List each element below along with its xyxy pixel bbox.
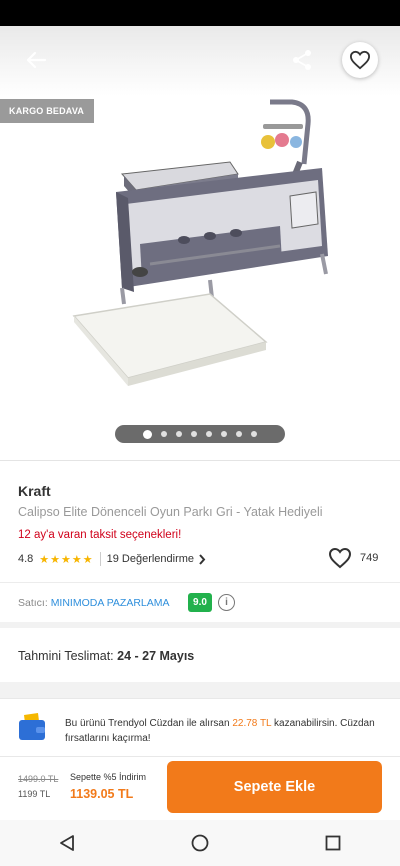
seller-label: Satıcı: MINIMODA PAZARLAMA [18, 597, 170, 609]
delivery-estimate: Tahmini Teslimat: 24 - 27 Mayıs [0, 628, 400, 682]
seller-label-text: Satıcı: [18, 597, 48, 609]
star-rating-icon: ★★★★★ [39, 553, 94, 566]
nav-recents-button[interactable] [313, 823, 353, 863]
arrow-left-icon [26, 51, 47, 69]
add-to-cart-button[interactable]: Sepete Ekle [167, 761, 382, 813]
back-button[interactable] [18, 46, 54, 74]
nav-back-button[interactable] [47, 823, 87, 863]
delivery-dates: 24 - 27 Mayıs [117, 649, 195, 663]
likes-value: 749 [360, 552, 379, 564]
android-nav-bar [0, 820, 400, 866]
delivery-text: Tahmini Teslimat: 24 - 27 Mayıs [18, 649, 194, 663]
seller-name-link[interactable]: MINIMODA PAZARLAMA [51, 597, 170, 609]
circle-home-icon [191, 834, 209, 852]
wallet-promo[interactable]: Bu ürünü Trendyol Cüzdan ile alırsan 22.… [0, 698, 400, 756]
product-info: Kraft Calipso Elite Dönenceli Oyun Parkı… [0, 460, 400, 582]
wallet-text-before: Bu ürünü Trendyol Cüzdan ile alırsan [65, 718, 233, 729]
campaign-label: Sepette %5 İndirim [70, 772, 147, 782]
rating-row[interactable]: 4.8 ★★★★★ 19 Değerlendirme [18, 551, 206, 567]
product-gallery[interactable]: KARGO BEDAVA [0, 26, 400, 460]
favorite-count[interactable]: 749 [328, 547, 378, 569]
nav-home-button[interactable] [180, 823, 220, 863]
share-button[interactable] [286, 44, 318, 76]
triangle-back-icon [59, 835, 74, 851]
status-bar [0, 0, 400, 26]
carousel-indicator[interactable] [115, 425, 285, 443]
old-price: 1499.0 TL [18, 774, 59, 784]
wallet-amount: 22.78 TL [232, 718, 272, 729]
carousel-dot[interactable] [206, 431, 212, 437]
seller-score-badge: 9.0 [188, 593, 212, 612]
product-title: Calipso Elite Dönenceli Oyun Parkı Gri -… [18, 505, 323, 519]
carousel-dot[interactable] [236, 431, 242, 437]
wallet-icon [19, 713, 45, 740]
carousel-dot[interactable] [161, 431, 167, 437]
heart-outline-icon [328, 547, 352, 569]
share-icon [293, 50, 311, 70]
wallet-message: Bu ürünü Trendyol Cüzdan ile alırsan 22.… [65, 716, 385, 746]
carousel-dot[interactable] [191, 431, 197, 437]
list-price: 1199 TL [18, 789, 51, 799]
carousel-dot[interactable] [221, 431, 227, 437]
reviews-count[interactable]: 19 Değerlendirme [107, 553, 194, 565]
add-to-cart-bar: 1499.0 TL 1199 TL Sepette %5 İndirim 113… [0, 756, 400, 820]
carousel-dot[interactable] [176, 431, 182, 437]
favorite-button[interactable] [342, 42, 378, 78]
divider [99, 552, 101, 566]
heart-outline-icon [349, 50, 371, 70]
product-image [72, 99, 328, 386]
delivery-label: Tahmini Teslimat: [18, 649, 114, 663]
installment-link[interactable]: 12 ay'a varan taksit seçenekleri! [18, 529, 181, 541]
info-icon[interactable]: i [218, 594, 235, 611]
carousel-dot[interactable] [251, 431, 257, 437]
rating-value: 4.8 [18, 553, 34, 565]
seller-row: Satıcı: MINIMODA PAZARLAMA 9.0 i [0, 582, 400, 622]
final-price: 1139.05 TL [70, 787, 134, 801]
chevron-right-icon [199, 553, 206, 565]
square-recents-icon [325, 835, 341, 851]
gallery-top-shade [0, 26, 400, 96]
carousel-dot-active[interactable] [143, 429, 152, 439]
product-brand[interactable]: Kraft [18, 483, 51, 499]
